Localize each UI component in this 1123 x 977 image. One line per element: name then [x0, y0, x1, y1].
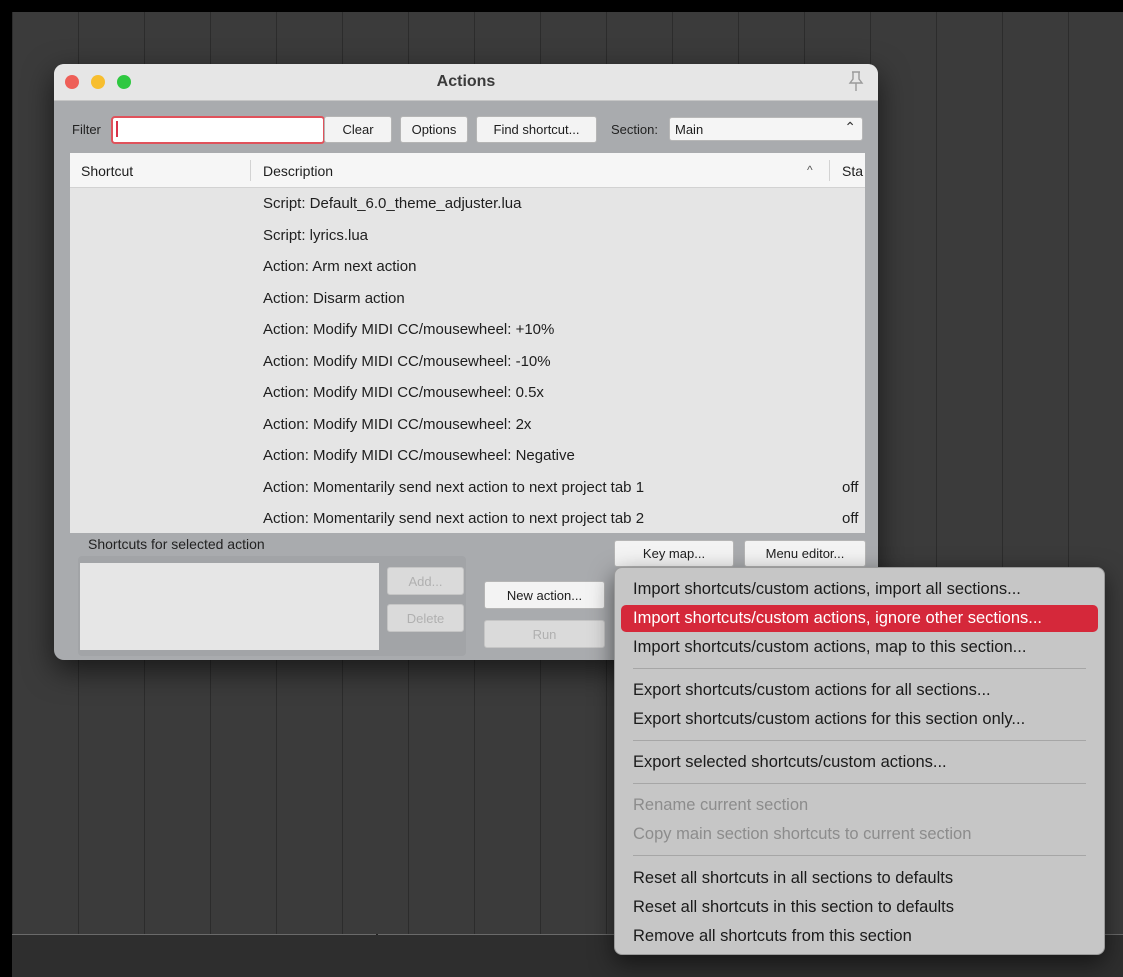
row-state: off: [842, 510, 859, 527]
table-row[interactable]: Action: Modify MIDI CC/mousewheel: 2x: [70, 410, 865, 442]
actions-table[interactable]: Shortcut Description ^ Sta Script: Defau…: [70, 153, 865, 533]
table-row[interactable]: Script: lyrics.lua: [70, 221, 865, 253]
table-row[interactable]: Action: Arm next action: [70, 252, 865, 284]
row-description: Action: Momentarily send next action to …: [263, 478, 645, 496]
row-state: off: [842, 478, 859, 496]
row-description: Action: Disarm action: [263, 289, 405, 307]
menu-item-import-all[interactable]: Import shortcuts/custom actions, import …: [621, 576, 1098, 603]
table-row[interactable]: Action: Momentarily send next action to …: [70, 473, 865, 505]
pin-icon[interactable]: [846, 70, 866, 92]
column-header-description[interactable]: Description: [263, 163, 333, 179]
section-value: Main: [675, 122, 704, 137]
table-row[interactable]: Action: Modify MIDI CC/mousewheel: -10%: [70, 347, 865, 379]
column-divider[interactable]: [829, 160, 830, 181]
section-label: Section:: [611, 122, 658, 137]
row-description: Script: Default_6.0_theme_adjuster.lua: [263, 195, 522, 212]
table-row[interactable]: Script: Default_6.0_theme_adjuster.lua: [70, 189, 865, 221]
row-description: Script: lyrics.lua: [263, 226, 369, 244]
menu-item-remove-all[interactable]: Remove all shortcuts from this section: [621, 923, 1098, 950]
section-select[interactable]: Main ⌃: [669, 117, 863, 141]
row-description: Action: Modify MIDI CC/mousewheel: Negat…: [263, 447, 575, 464]
row-description: Action: Momentarily send next action to …: [263, 510, 645, 527]
column-header-shortcut[interactable]: Shortcut: [81, 163, 133, 179]
table-body: Script: Default_6.0_theme_adjuster.lua S…: [70, 189, 865, 533]
row-description: Action: Modify MIDI CC/mousewheel: 2x: [263, 415, 532, 433]
menu-item-export-section[interactable]: Export shortcuts/custom actions for this…: [621, 706, 1098, 733]
selected-shortcuts-list[interactable]: [80, 563, 379, 650]
column-header-state[interactable]: Sta: [842, 163, 863, 179]
new-action-button[interactable]: New action...: [484, 581, 605, 609]
row-description: Action: Arm next action: [263, 258, 417, 275]
clear-button[interactable]: Clear: [324, 116, 392, 143]
menu-item-export-all[interactable]: Export shortcuts/custom actions for all …: [621, 677, 1098, 704]
menu-separator: [633, 855, 1086, 856]
add-shortcut-button[interactable]: Add...: [387, 567, 464, 595]
menu-separator: [633, 740, 1086, 741]
menu-item-import-map[interactable]: Import shortcuts/custom actions, map to …: [621, 634, 1098, 661]
chevron-updown-icon: ⌃: [844, 119, 856, 135]
filter-input[interactable]: [111, 116, 325, 144]
row-description: Action: Modify MIDI CC/mousewheel: +10%: [263, 321, 555, 338]
table-header: Shortcut Description ^ Sta: [70, 153, 865, 188]
text-caret: [116, 121, 118, 137]
title-bar: Actions: [54, 64, 878, 101]
key-map-button[interactable]: Key map...: [614, 540, 734, 567]
selected-shortcuts-label: Shortcuts for selected action: [88, 536, 265, 552]
delete-shortcut-button[interactable]: Delete: [387, 604, 464, 632]
table-row[interactable]: Action: Modify MIDI CC/mousewheel: Negat…: [70, 441, 865, 473]
menu-separator: [633, 783, 1086, 784]
column-divider[interactable]: [250, 160, 251, 181]
table-row[interactable]: Action: Modify MIDI CC/mousewheel: 0.5x: [70, 378, 865, 410]
menu-item-reset-section[interactable]: Reset all shortcuts in this section to d…: [621, 894, 1098, 921]
menu-item-rename-section: Rename current section: [633, 796, 809, 814]
menu-separator: [633, 668, 1086, 669]
sort-ascending-icon: ^: [807, 163, 813, 177]
options-button[interactable]: Options: [400, 116, 468, 143]
key-map-menu: Import shortcuts/custom actions, import …: [614, 567, 1105, 955]
menu-item-export-selected[interactable]: Export selected shortcuts/custom actions…: [621, 749, 1098, 776]
window-title: Actions: [436, 73, 496, 90]
run-button[interactable]: Run: [484, 620, 605, 648]
table-row[interactable]: Action: Momentarily send next action to …: [70, 504, 865, 533]
row-description: Action: Modify MIDI CC/mousewheel: -10%: [263, 352, 551, 370]
menu-editor-button[interactable]: Menu editor...: [744, 540, 866, 567]
table-row[interactable]: Action: Disarm action: [70, 284, 865, 316]
find-shortcut-button[interactable]: Find shortcut...: [476, 116, 597, 143]
table-row[interactable]: Action: Modify MIDI CC/mousewheel: +10%: [70, 315, 865, 347]
row-description: Action: Modify MIDI CC/mousewheel: 0.5x: [263, 384, 544, 401]
menu-item-reset-all[interactable]: Reset all shortcuts in all sections to d…: [621, 865, 1098, 892]
menu-item-import-ignore-other[interactable]: Import shortcuts/custom actions, ignore …: [621, 605, 1098, 632]
menu-item-copy-main: Copy main section shortcuts to current s…: [633, 825, 972, 843]
filter-label: Filter: [72, 122, 101, 137]
